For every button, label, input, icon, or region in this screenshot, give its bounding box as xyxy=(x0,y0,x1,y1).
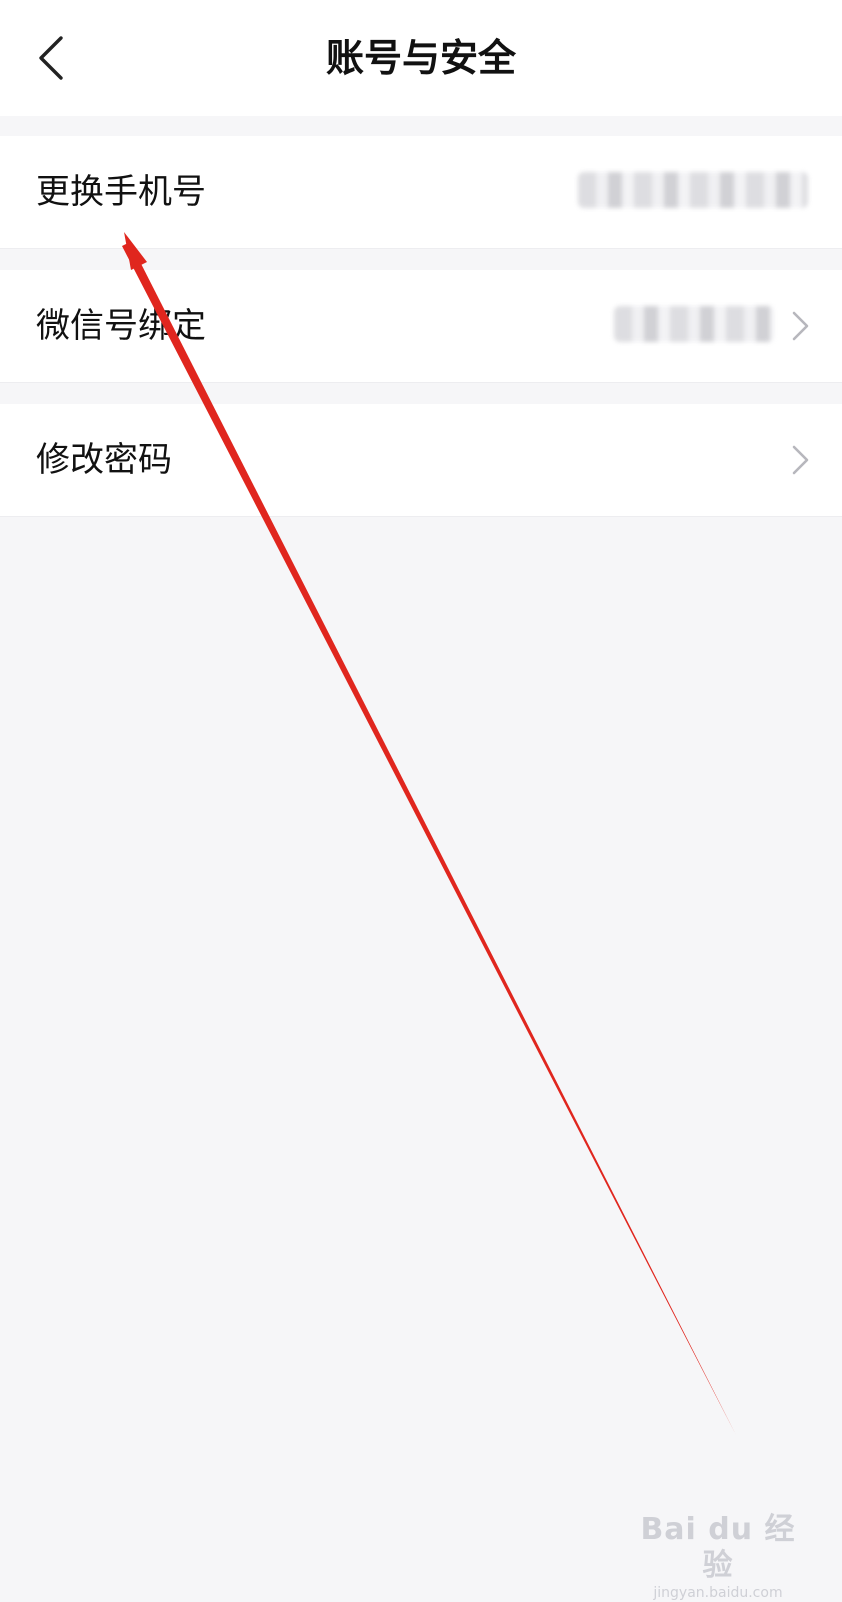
wechat-binding-row[interactable]: 微信号绑定 xyxy=(0,270,842,383)
phone-number-value-blurred xyxy=(578,172,808,208)
watermark-brand: Bai du 经验 xyxy=(640,1512,796,1583)
baidu-jingyan-watermark: Bai du 经验 jingyan.baidu.com xyxy=(638,1512,798,1602)
change-phone-row[interactable]: 更换手机号 xyxy=(0,136,842,249)
chevron-right-icon xyxy=(792,445,809,475)
watermark-url: jingyan.baidu.com xyxy=(653,1585,783,1601)
wechat-id-value-blurred xyxy=(614,306,774,342)
change-password-row[interactable]: 修改密码 xyxy=(0,404,842,517)
chevron-right-icon xyxy=(792,311,809,341)
page-title: 账号与安全 xyxy=(325,36,516,80)
change-phone-label: 更换手机号 xyxy=(36,172,206,212)
change-password-label: 修改密码 xyxy=(36,440,172,480)
wechat-binding-label: 微信号绑定 xyxy=(36,306,206,346)
top-bar: 账号与安全 xyxy=(0,0,842,116)
